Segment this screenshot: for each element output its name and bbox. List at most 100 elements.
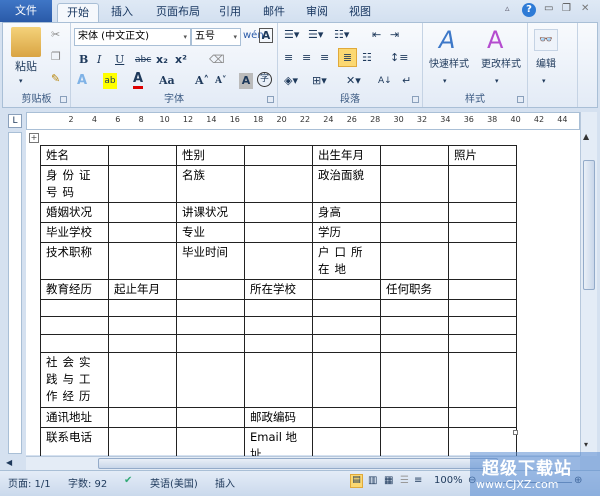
- table-cell[interactable]: [176, 279, 245, 300]
- table-cell[interactable]: [244, 299, 313, 317]
- table-cell[interactable]: [176, 352, 245, 408]
- copy-icon[interactable]: ❐: [51, 49, 61, 65]
- table-cell[interactable]: 专业: [176, 222, 245, 243]
- tab-stop-selector[interactable]: L: [8, 114, 22, 128]
- draft-icon[interactable]: ≡: [414, 475, 422, 486]
- table-cell[interactable]: [380, 165, 449, 203]
- superscript-button[interactable]: x²: [175, 52, 187, 68]
- tab-view[interactable]: 视图: [342, 3, 378, 22]
- table-cell[interactable]: 户口所在地: [312, 242, 381, 280]
- font-launcher-icon[interactable]: [267, 96, 274, 103]
- shrink-font-button[interactable]: A˅: [215, 73, 226, 89]
- change-styles-dropdown-icon[interactable]: ▾: [495, 73, 499, 89]
- table-cell[interactable]: [108, 407, 177, 428]
- quick-styles-button[interactable]: 快速样式: [423, 57, 475, 73]
- table-cell[interactable]: [40, 334, 109, 353]
- table-cell[interactable]: 政治面貌: [312, 165, 381, 203]
- change-case-button[interactable]: Aa: [159, 73, 175, 89]
- resume-table[interactable]: 姓名 性别 出生年月 照片 身份证号码 名族 政治面貌 婚姻状况 讲课状况 身高 毕业学校 专业 学历技…: [40, 145, 517, 465]
- table-cell[interactable]: [176, 334, 245, 353]
- quick-styles-dropdown-icon[interactable]: ▾: [443, 73, 447, 89]
- print-layout-icon[interactable]: ▤: [350, 474, 363, 488]
- table-cell[interactable]: [380, 407, 449, 428]
- table-cell[interactable]: [244, 242, 313, 280]
- full-screen-reading-icon[interactable]: ▥: [368, 475, 377, 486]
- table-cell[interactable]: [448, 299, 517, 317]
- word-count[interactable]: 字数: 92: [68, 475, 107, 490]
- table-cell[interactable]: 身高: [312, 202, 381, 223]
- table-cell[interactable]: [108, 202, 177, 223]
- table-cell[interactable]: 所在学校: [244, 279, 313, 300]
- table-cell[interactable]: 社会实践与工作经历: [40, 352, 109, 408]
- font-name-select[interactable]: 宋体 (中文正文) ▾: [74, 28, 191, 46]
- shading-icon[interactable]: ◈▾: [284, 73, 298, 89]
- table-cell[interactable]: [448, 165, 517, 203]
- chinese-layout-icon[interactable]: ✕▾: [346, 73, 361, 89]
- table-cell[interactable]: [108, 145, 177, 166]
- clear-formatting-icon[interactable]: ⌫: [209, 52, 225, 68]
- zoom-level[interactable]: 100%: [434, 475, 463, 486]
- table-cell[interactable]: 教育经历: [40, 279, 109, 300]
- restore-window-icon[interactable]: ❐: [562, 3, 571, 14]
- table-cell[interactable]: [244, 202, 313, 223]
- tab-insert[interactable]: 插入: [104, 3, 140, 22]
- tab-review[interactable]: 审阅: [299, 3, 335, 22]
- strikethrough-button[interactable]: abc: [135, 52, 151, 68]
- table-move-handle-icon[interactable]: +: [29, 133, 39, 143]
- table-cell[interactable]: [312, 316, 381, 335]
- tab-file[interactable]: 文件: [0, 0, 52, 22]
- text-effects-icon[interactable]: A: [77, 73, 87, 89]
- align-right-icon[interactable]: ≡: [320, 50, 329, 66]
- table-cell[interactable]: [380, 202, 449, 223]
- table-cell[interactable]: [448, 202, 517, 223]
- table-cell[interactable]: 学历: [312, 222, 381, 243]
- table-cell[interactable]: [380, 334, 449, 353]
- table-cell[interactable]: [108, 222, 177, 243]
- horizontal-scroll-thumb[interactable]: [98, 458, 498, 469]
- minimize-window-icon[interactable]: ▭: [544, 3, 553, 14]
- table-cell[interactable]: [380, 299, 449, 317]
- table-cell[interactable]: [380, 242, 449, 280]
- minimize-ribbon-icon[interactable]: ▵: [505, 4, 510, 14]
- table-cell[interactable]: [380, 222, 449, 243]
- table-cell[interactable]: [244, 222, 313, 243]
- vertical-scrollbar[interactable]: ▲ ▾: [580, 112, 597, 456]
- tab-page-layout[interactable]: 页面布局: [148, 3, 208, 22]
- char-border-icon[interactable]: A: [259, 28, 273, 43]
- table-cell[interactable]: 名族: [176, 165, 245, 203]
- align-left-icon[interactable]: ≡: [284, 50, 293, 66]
- vertical-scroll-thumb[interactable]: [583, 160, 595, 290]
- editing-button[interactable]: 编辑: [530, 57, 562, 73]
- table-cell[interactable]: [244, 316, 313, 335]
- table-cell[interactable]: 任何职务: [380, 279, 449, 300]
- table-cell[interactable]: [380, 352, 449, 408]
- vertical-ruler[interactable]: [8, 132, 22, 454]
- align-center-icon[interactable]: ≡: [302, 50, 311, 66]
- table-cell[interactable]: [448, 334, 517, 353]
- cut-icon[interactable]: ✂: [51, 27, 60, 43]
- table-cell[interactable]: [312, 299, 381, 317]
- table-cell[interactable]: [176, 316, 245, 335]
- table-cell[interactable]: [108, 242, 177, 280]
- table-cell[interactable]: [108, 352, 177, 408]
- help-icon[interactable]: ?: [522, 3, 536, 17]
- line-spacing-icon[interactable]: ↕≡: [390, 50, 408, 66]
- table-cell[interactable]: [108, 316, 177, 335]
- bold-button[interactable]: B: [79, 52, 88, 68]
- table-cell[interactable]: [448, 222, 517, 243]
- table-cell[interactable]: [108, 299, 177, 317]
- tab-mailings[interactable]: 邮件: [256, 3, 292, 22]
- highlight-color-icon[interactable]: ab: [103, 73, 117, 89]
- table-cell[interactable]: 出生年月: [312, 145, 381, 166]
- table-cell[interactable]: [244, 352, 313, 408]
- paste-icon[interactable]: [11, 27, 41, 57]
- tab-references[interactable]: 引用: [212, 3, 248, 22]
- scroll-left-icon[interactable]: ◀: [6, 458, 12, 467]
- table-cell[interactable]: [448, 279, 517, 300]
- quick-styles-icon[interactable]: A: [439, 25, 455, 55]
- scroll-down-icon[interactable]: ▾: [584, 440, 588, 449]
- table-cell[interactable]: [448, 407, 517, 428]
- paste-button[interactable]: 粘贴: [9, 59, 43, 75]
- page-count[interactable]: 页面: 1/1: [8, 475, 51, 490]
- bullets-icon[interactable]: ☰▾: [284, 27, 299, 43]
